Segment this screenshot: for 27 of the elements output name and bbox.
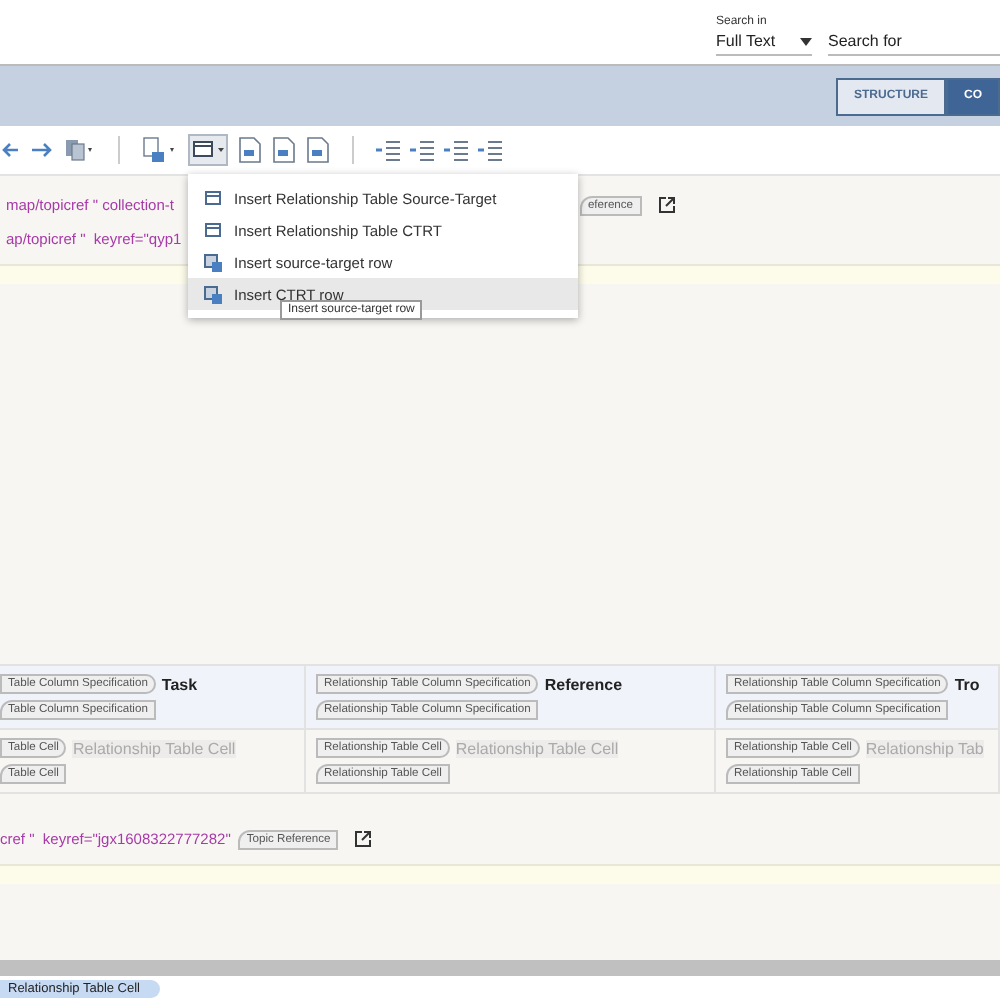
caret-icon	[800, 38, 812, 46]
column-heading: Reference	[544, 675, 623, 693]
external-link-icon[interactable]	[657, 196, 676, 214]
column-heading: Tro	[954, 675, 980, 693]
table-icon	[204, 221, 222, 239]
document-icon[interactable]	[272, 136, 296, 164]
document-icon[interactable]	[238, 136, 262, 164]
document-icon[interactable]	[306, 136, 330, 164]
external-link-icon[interactable]	[354, 830, 373, 848]
column-heading: Task	[161, 675, 198, 693]
search-field[interactable]: Search for	[828, 28, 1000, 56]
row-icon	[204, 253, 222, 271]
indent-icon[interactable]	[478, 138, 502, 162]
table-menu-button[interactable]	[188, 134, 228, 166]
indent-icon[interactable]	[444, 138, 468, 162]
indent-icon[interactable]	[410, 138, 434, 162]
forward-arrow-icon[interactable]	[30, 138, 54, 162]
cell-placeholder-text: Relationship Table Cell	[455, 739, 619, 757]
table-icon	[204, 189, 222, 207]
search-mode-dropdown[interactable]: Full Text	[716, 28, 812, 56]
copy-icon[interactable]	[64, 138, 96, 162]
row-icon	[204, 285, 222, 303]
cell-placeholder-text: Relationship Table Cell	[72, 739, 236, 757]
cell-placeholder-text: Relationship Tab	[865, 739, 984, 757]
indent-icon[interactable]	[376, 138, 400, 162]
horizontal-scrollbar[interactable]	[0, 960, 1000, 976]
back-arrow-icon[interactable]	[0, 138, 20, 162]
